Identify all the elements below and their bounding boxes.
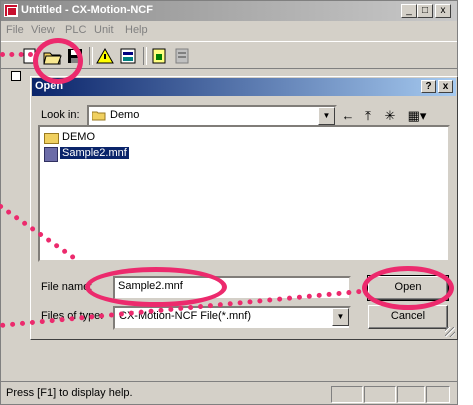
close-button[interactable]: x: [435, 4, 451, 18]
status-pane: [397, 386, 425, 403]
status-pane: [426, 386, 450, 403]
back-arrow-icon[interactable]: ←: [339, 108, 357, 124]
maximize-button[interactable]: □: [417, 4, 433, 18]
status-pane: [331, 386, 363, 403]
toolbar-separator: [143, 47, 147, 65]
help-button[interactable]: ?: [421, 80, 436, 93]
chevron-down-icon[interactable]: ▼: [332, 308, 349, 326]
title-bar[interactable]: Untitled - CX-Motion-NCF _ □ x: [1, 1, 457, 21]
status-text: Press [F1] to display help.: [6, 387, 133, 399]
folder-icon: [92, 111, 106, 121]
highlight-ring-open-button: [362, 266, 454, 310]
dialog-close-button[interactable]: x: [438, 80, 453, 93]
view-menu-icon[interactable]: ▦▾: [403, 108, 431, 124]
menu-help[interactable]: Help: [125, 24, 148, 36]
unit-icon[interactable]: [148, 46, 170, 67]
folder-icon: [44, 133, 59, 144]
toolbar-separator: [89, 47, 93, 65]
minimize-button[interactable]: _: [401, 4, 417, 18]
menu-file[interactable]: File: [6, 24, 24, 36]
menu-plc[interactable]: PLC: [65, 24, 86, 36]
look-in-value: Demo: [110, 109, 140, 121]
file-name: Sample2.mnf: [60, 147, 129, 159]
dialog-title-bar[interactable]: Open ? x: [32, 78, 456, 96]
app-icon: [4, 4, 18, 17]
window-title: Untitled - CX-Motion-NCF: [21, 4, 153, 16]
resize-grip[interactable]: [445, 327, 455, 337]
look-in-label: Look in:: [41, 109, 80, 121]
print-icon[interactable]: [171, 46, 193, 67]
file-name: DEMO: [62, 131, 95, 143]
status-pane: [364, 386, 396, 403]
status-bar: Press [F1] to display help.: [1, 381, 457, 404]
menu-unit[interactable]: Unit: [94, 24, 114, 36]
alert-icon[interactable]: [94, 46, 116, 67]
highlight-ring-open-icon: [33, 38, 83, 84]
view-icon[interactable]: [117, 46, 139, 67]
new-folder-icon[interactable]: ✳: [381, 108, 399, 124]
file-list[interactable]: DEMO Sample2.mnf: [38, 125, 450, 262]
up-folder-icon[interactable]: ⤒: [359, 108, 377, 124]
menu-bar: File View PLC Unit Help: [1, 21, 457, 40]
highlight-ring-file-name: [85, 267, 227, 307]
chevron-down-icon[interactable]: ▼: [318, 107, 335, 125]
annotation-dotted-line: [0, 52, 33, 57]
child-window-icon[interactable]: [11, 71, 21, 81]
menu-view[interactable]: View: [31, 24, 55, 36]
mnf-file-icon: [44, 147, 58, 162]
